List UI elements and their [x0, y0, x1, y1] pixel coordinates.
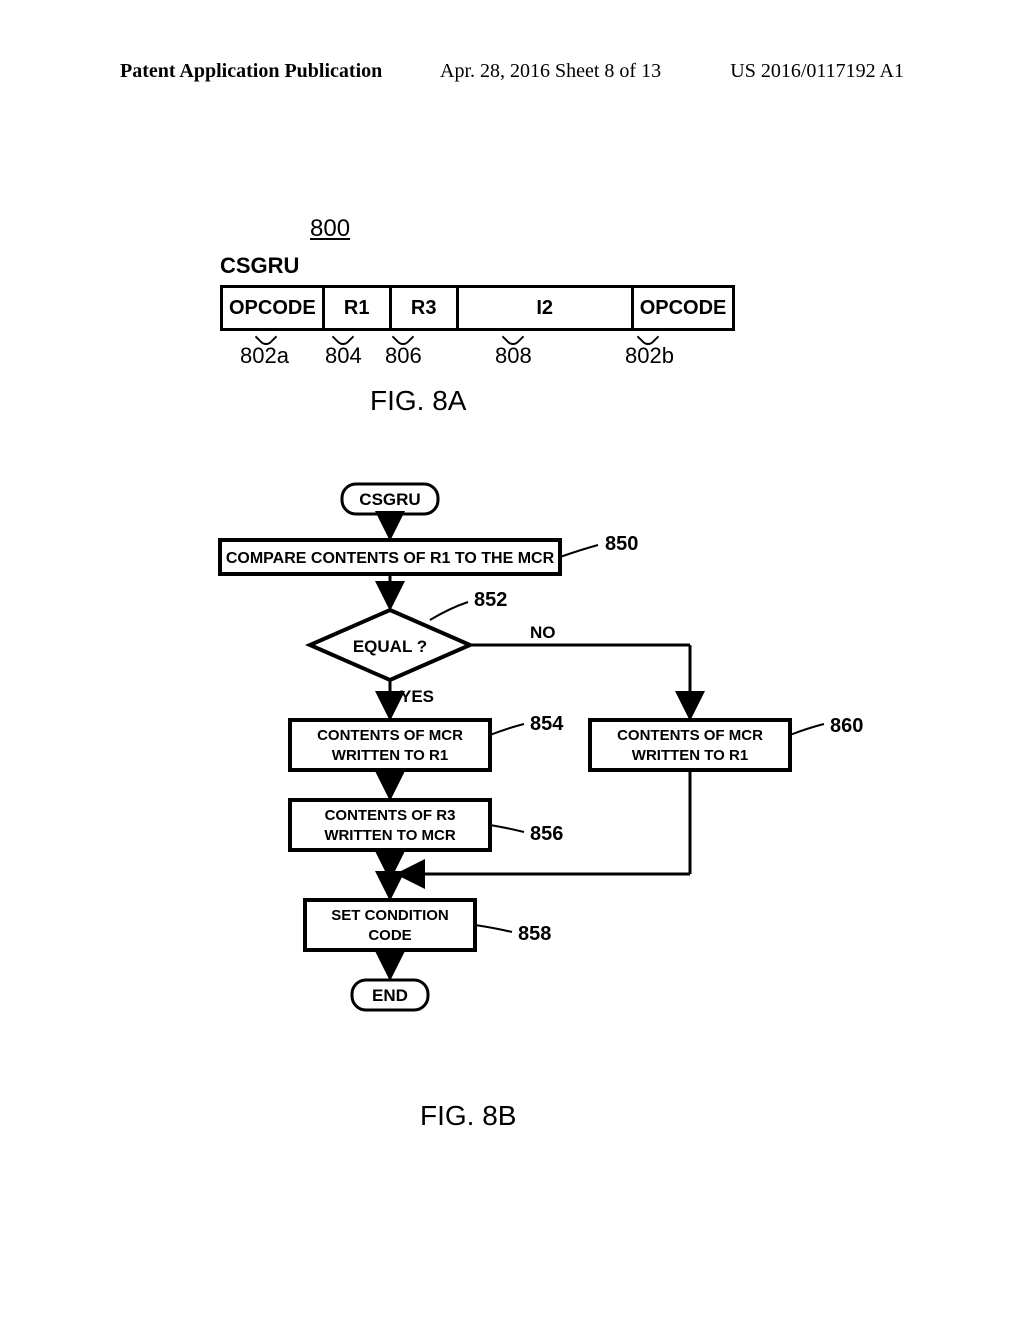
end-label: END [372, 986, 408, 1005]
ref-852: 852 [474, 589, 507, 611]
ref-850: 850 [605, 533, 638, 555]
field-r3: R3 [390, 287, 457, 330]
table-row: OPCODE R1 R3 I2 OPCODE [222, 287, 734, 330]
box-854-l2: WRITTEN TO R1 [332, 747, 448, 764]
yes-label: YES [400, 687, 434, 706]
fig-8b: CSGRU COMPARE CONTENTS OF R1 TO THE MCR … [130, 480, 910, 1100]
field-r1: R1 [323, 287, 390, 330]
box-858-l1: SET CONDITION [331, 907, 449, 924]
ref-row: 802a 804 806 808 802b [220, 335, 760, 375]
hdr-right: US 2016/0117192 A1 [730, 60, 904, 83]
ref-806: 806 [385, 343, 422, 369]
fig-8a-caption: FIG. 8A [370, 385, 466, 417]
ref-854: 854 [530, 713, 564, 735]
decision-text: EQUAL ? [353, 637, 427, 656]
ref-802a: 802a [240, 343, 289, 369]
hdr-mid: Apr. 28, 2016 Sheet 8 of 13 [440, 60, 661, 83]
fig-8b-caption: FIG. 8B [420, 1100, 516, 1132]
ref-858: 858 [518, 923, 551, 945]
hdr-left: Patent Application Publication [120, 60, 382, 83]
ref-808: 808 [495, 343, 532, 369]
instruction-format-table: OPCODE R1 R3 I2 OPCODE [220, 285, 735, 331]
field-opcode-a: OPCODE [222, 287, 324, 330]
box-850-text: COMPARE CONTENTS OF R1 TO THE MCR [226, 550, 555, 567]
start-label: CSGRU [359, 490, 420, 509]
field-opcode-b: OPCODE [632, 287, 734, 330]
box-854-l1: CONTENTS OF MCR [317, 727, 463, 744]
ref-860: 860 [830, 715, 863, 737]
mnemonic-label: CSGRU [220, 253, 299, 279]
ref-856: 856 [530, 823, 563, 845]
flowchart-svg: CSGRU COMPARE CONTENTS OF R1 TO THE MCR … [130, 480, 910, 1100]
box-860-l2: WRITTEN TO R1 [632, 747, 748, 764]
page: Patent Application Publication Apr. 28, … [0, 0, 1024, 1320]
box-856-l1: CONTENTS OF R3 [325, 807, 456, 824]
box-860-l1: CONTENTS OF MCR [617, 727, 763, 744]
no-label: NO [530, 623, 556, 642]
box-858-l2: CODE [368, 927, 411, 944]
ref-802b: 802b [625, 343, 674, 369]
ref-800: 800 [310, 215, 350, 243]
ref-804: 804 [325, 343, 362, 369]
field-i2: I2 [457, 287, 632, 330]
box-856-l2: WRITTEN TO MCR [324, 827, 456, 844]
